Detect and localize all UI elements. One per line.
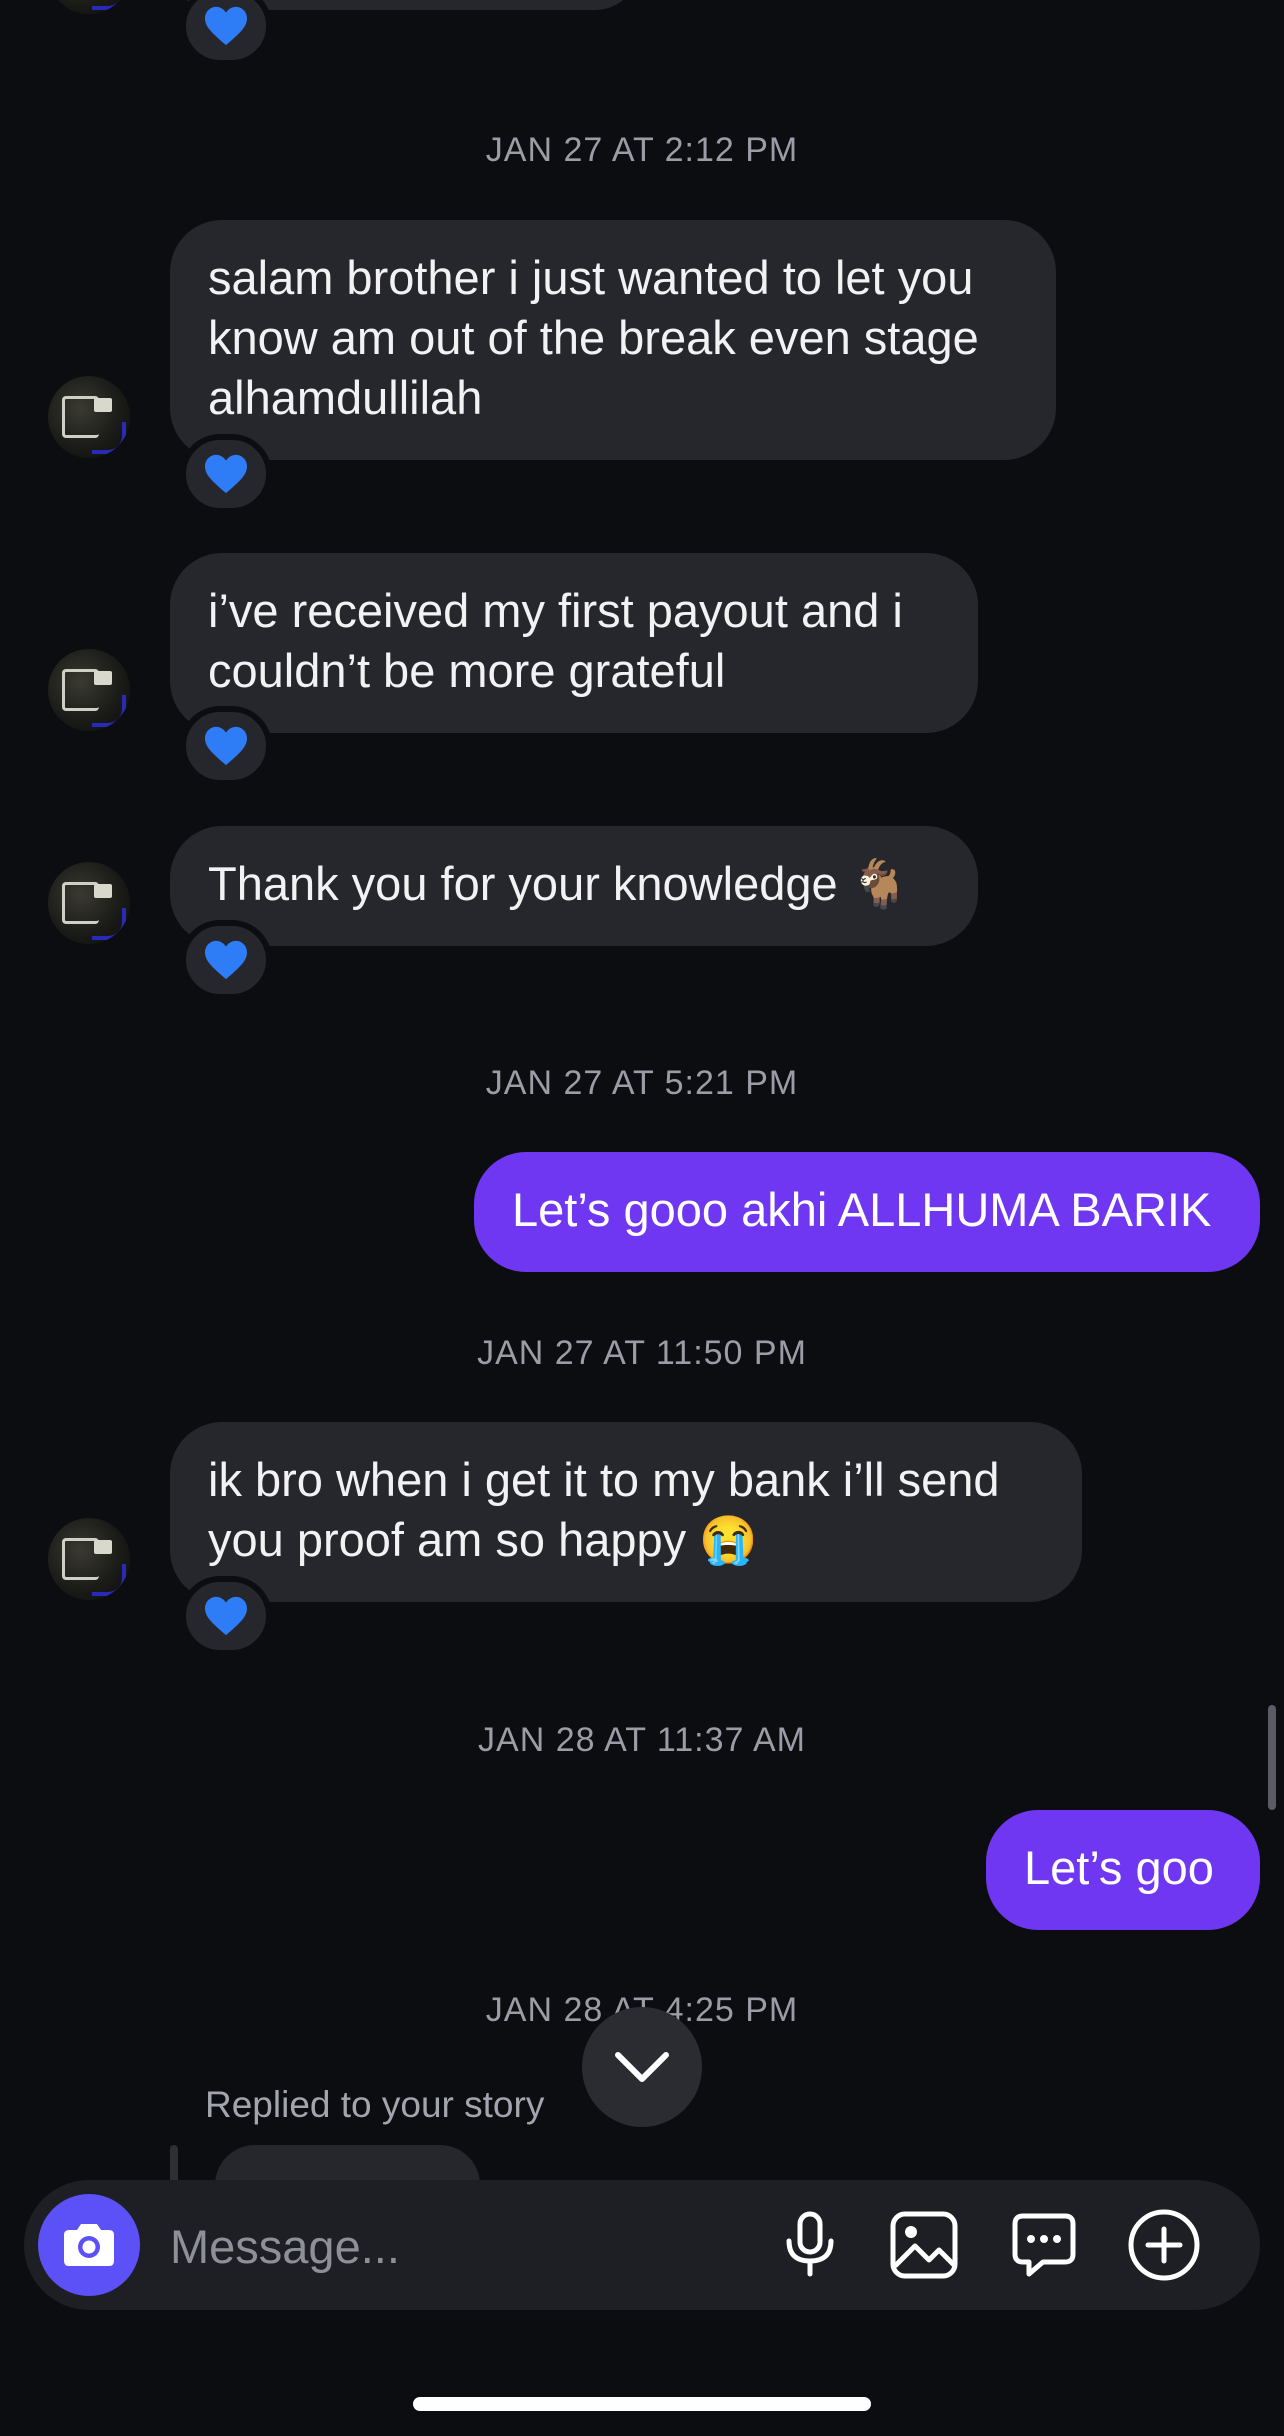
- blue-heart-icon: [205, 1596, 247, 1636]
- chat-bubble-icon: [1012, 2213, 1076, 2277]
- scrollbar[interactable]: [1268, 1705, 1276, 1810]
- scroll-to-bottom-button[interactable]: [582, 2007, 702, 2127]
- story-reply-label: Replied to your story: [205, 2084, 545, 2125]
- timestamp: JAN 27 AT 11:50 PM: [477, 1334, 807, 1372]
- timestamp: JAN 28 AT 11:37 AM: [478, 1721, 806, 1759]
- reaction-badge[interactable]: [180, 0, 272, 66]
- image-icon: [890, 2211, 958, 2279]
- message-bubble-outgoing[interactable]: Let’s goo: [986, 1810, 1260, 1930]
- message-composer: [24, 2180, 1260, 2310]
- timestamp: JAN 27 AT 5:21 PM: [485, 1064, 799, 1102]
- reaction-badge[interactable]: [180, 1576, 272, 1656]
- sender-avatar[interactable]: [48, 0, 130, 14]
- reaction-badge[interactable]: [180, 706, 272, 786]
- message-bubble-outgoing[interactable]: Let’s gooo akhi ALLHUMA BARIK: [474, 1152, 1260, 1272]
- sticker-chat-button[interactable]: [1004, 2205, 1084, 2285]
- reaction-badge[interactable]: [180, 434, 272, 514]
- blue-heart-icon: [205, 6, 247, 46]
- sender-avatar[interactable]: [48, 1518, 130, 1600]
- message-bubble-incoming[interactable]: ik bro when i get it to my bank i’ll sen…: [170, 1422, 1082, 1602]
- chat-screen: JAN 27 AT 2:12 PM salam brother i just w…: [0, 0, 1284, 2436]
- camera-button[interactable]: [38, 2194, 140, 2296]
- message-input[interactable]: [168, 2210, 732, 2282]
- microphone-button[interactable]: [770, 2205, 850, 2285]
- message-bubble-incoming[interactable]: i’ve received my first payout and i coul…: [170, 553, 978, 733]
- sender-avatar[interactable]: [48, 376, 130, 458]
- blue-heart-icon: [205, 726, 247, 766]
- blue-heart-icon: [205, 940, 247, 980]
- home-indicator[interactable]: [413, 2397, 871, 2411]
- sender-avatar[interactable]: [48, 862, 130, 944]
- timestamp: JAN 27 AT 2:12 PM: [485, 131, 799, 169]
- sender-avatar[interactable]: [48, 649, 130, 731]
- camera-icon: [64, 2224, 114, 2266]
- message-bubble-incoming[interactable]: salam brother i just wanted to let you k…: [170, 220, 1056, 460]
- microphone-icon: [786, 2211, 834, 2277]
- blue-heart-icon: [205, 454, 247, 494]
- gallery-button[interactable]: [884, 2205, 964, 2285]
- plus-circle-icon: [1128, 2209, 1200, 2281]
- reaction-badge[interactable]: [180, 920, 272, 1000]
- reply-indicator-line: [170, 2145, 178, 2185]
- more-options-button[interactable]: [1124, 2205, 1204, 2285]
- message-bubble-incoming[interactable]: Thank you for your knowledge 🐐: [170, 826, 978, 946]
- chevron-down-icon: [615, 2052, 669, 2082]
